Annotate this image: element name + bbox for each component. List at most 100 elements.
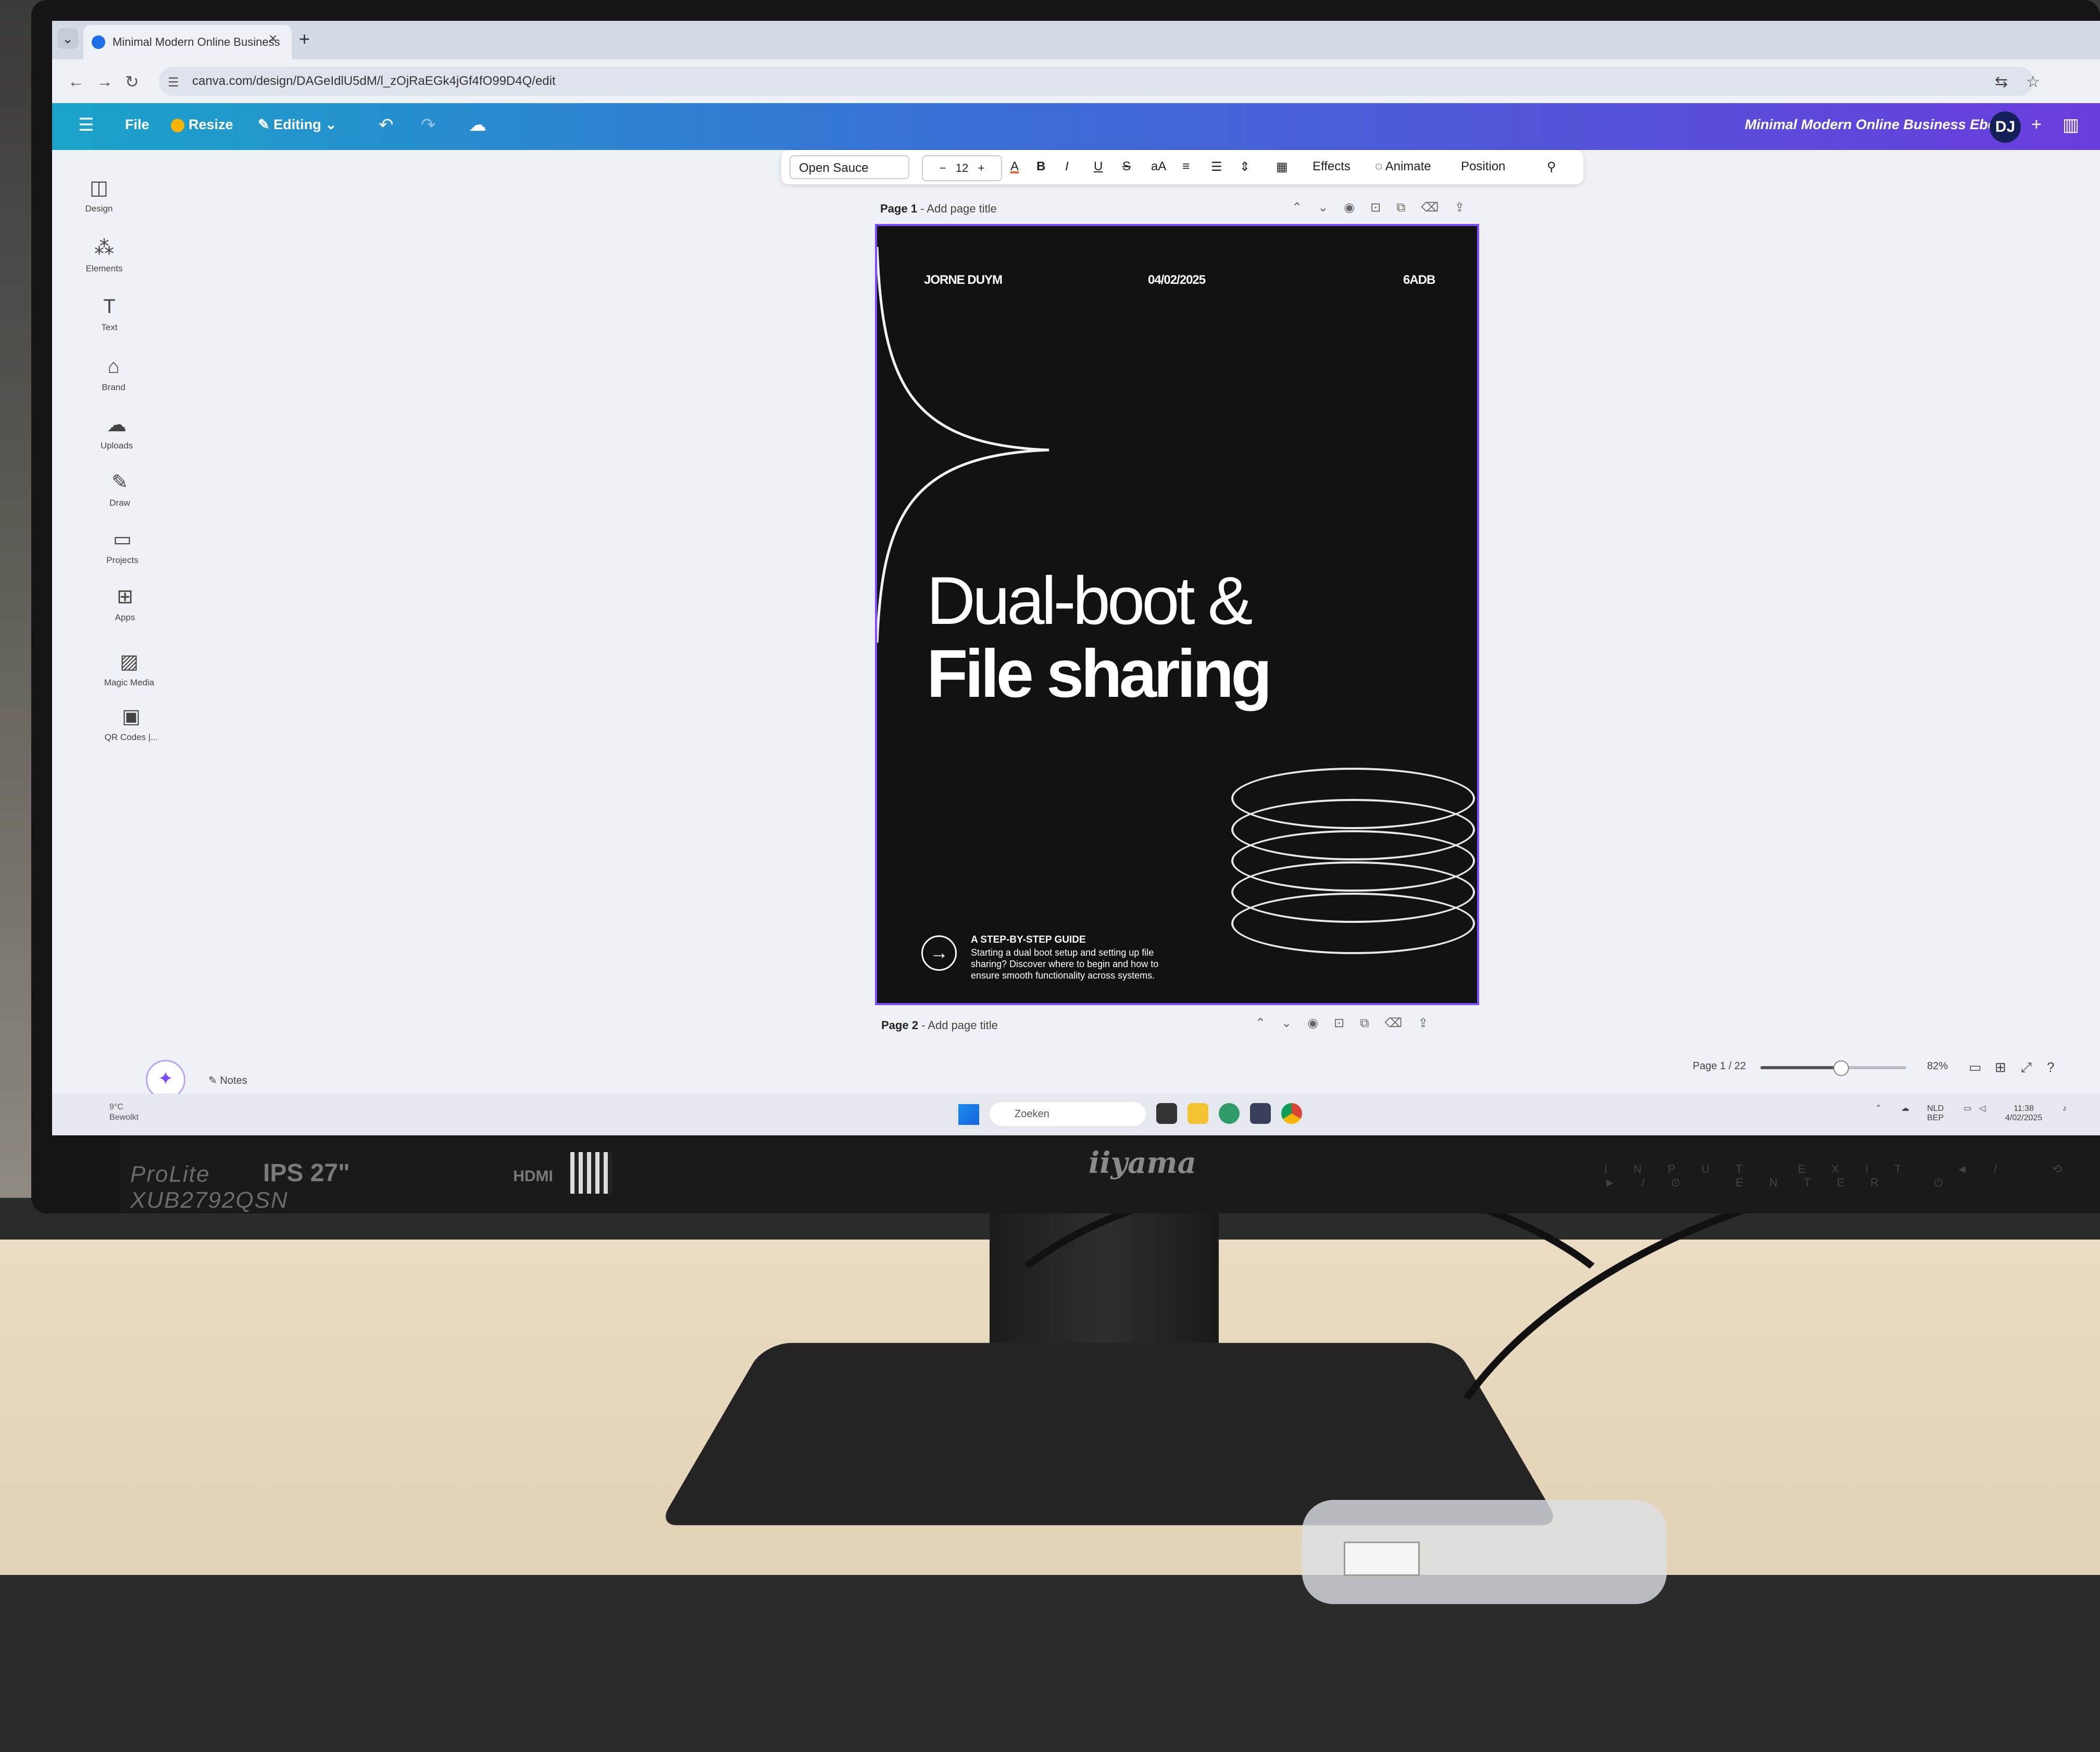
tray-chevron-icon[interactable]: ⌃	[1875, 1104, 1882, 1113]
grid-view-icon[interactable]: ⊞	[1995, 1059, 2006, 1075]
elements-icon: ⁂	[94, 237, 114, 259]
qr-code-icon: ▣	[122, 706, 141, 728]
monitor-specs: IPS 27" HDMI	[263, 1159, 553, 1187]
arrow-right-icon: →	[921, 935, 957, 971]
brand-icon: ⌂	[107, 356, 120, 378]
resize-button[interactable]: Resize	[171, 117, 233, 133]
url-input[interactable]: canva.com/design/DAGeIdlU5dM/l_zOjRaEGk4…	[159, 67, 2034, 96]
new-tab-button[interactable]: +	[299, 28, 310, 50]
site-info-icon[interactable]: ☰	[168, 75, 179, 90]
sidebar-item-apps[interactable]: ⊞ Apps	[78, 585, 172, 623]
apps-icon: ⊞	[117, 586, 133, 608]
transparency-icon[interactable]: ▦	[1276, 159, 1288, 174]
align-icon[interactable]: ≡	[1182, 159, 1190, 174]
list-icon[interactable]: ☰	[1211, 159, 1222, 174]
canva-sidebar: ◫ Design ⁂ Elements T Text ⌂ Brand ☁ Uploads …	[52, 150, 172, 1135]
edge-browser-icon[interactable]	[1219, 1103, 1240, 1124]
avatar[interactable]: DJ	[1990, 111, 2021, 143]
zoom-slider-handle[interactable]	[1833, 1060, 1849, 1076]
weather-widget[interactable]: 9°C Bewolkt	[109, 1102, 139, 1123]
cover-code[interactable]: 6ADB	[1403, 273, 1435, 287]
browser-tab[interactable]: Minimal Modern Online Business	[83, 25, 292, 59]
store-icon[interactable]	[1250, 1103, 1271, 1124]
page-2-controls[interactable]: ⌃⌄◉⊡⧉⌫⇪	[1255, 1016, 1444, 1031]
draw-icon: ✎	[111, 471, 128, 493]
page-2-label[interactable]: Page 2 - Add page title	[881, 1019, 998, 1032]
cover-date[interactable]: 04/02/2025	[1148, 273, 1206, 287]
insights-icon[interactable]: ▥	[2062, 115, 2079, 135]
letter-case-button[interactable]: aA	[1151, 159, 1166, 174]
cover-title-line2[interactable]: File sharing	[927, 637, 1272, 709]
sidebar-item-projects[interactable]: ▭ Projects	[76, 528, 169, 566]
sidebar-item-text[interactable]: T Text	[63, 296, 156, 333]
translate-icon[interactable]: ⇆	[1995, 73, 2008, 91]
bold-button[interactable]: B	[1036, 159, 1045, 174]
sidebar-item-draw[interactable]: ✎ Draw	[73, 470, 167, 508]
spacing-icon[interactable]: ⇕	[1240, 159, 1250, 174]
file-menu[interactable]: File	[125, 117, 149, 133]
copy-style-icon[interactable]: ⚲	[1547, 159, 1556, 174]
add-collaborator-icon[interactable]: +	[2031, 115, 2042, 135]
fullscreen-icon[interactable]: ⤢	[2021, 1059, 2032, 1076]
sidebar-item-design[interactable]: ◫ Design	[52, 176, 146, 214]
underline-button[interactable]: U	[1094, 159, 1103, 174]
clock[interactable]: 11:38 4/02/2025	[2005, 1104, 2042, 1123]
screen: ⌄ Minimal Modern Online Business × + ← →…	[52, 21, 2100, 1135]
editing-mode-dropdown[interactable]: ✎ Editing ⌄	[258, 117, 337, 133]
barcode-label	[1344, 1542, 1420, 1576]
sidebar-item-uploads[interactable]: ☁ Uploads	[70, 413, 164, 451]
browser-tabbar	[52, 21, 2100, 59]
sidebar-item-brand[interactable]: ⌂ Brand	[67, 356, 160, 393]
file-explorer-icon[interactable]	[1188, 1103, 1208, 1124]
network-icon[interactable]: ▭	[1964, 1104, 1971, 1113]
text-color-button[interactable]: A	[1010, 159, 1019, 174]
animate-button[interactable]: ◌ Animate	[1375, 159, 1431, 174]
strikethrough-button[interactable]: S	[1122, 159, 1131, 174]
chrome-browser-icon[interactable]	[1281, 1103, 1302, 1124]
taskbar-search-input[interactable]: Zoeken	[990, 1102, 1146, 1126]
pages-view-icon[interactable]: ▭	[1969, 1059, 1982, 1075]
document-title[interactable]: Minimal Modern Online Business Ebook	[1745, 117, 2013, 133]
sidebar-item-elements[interactable]: ⁂ Elements	[57, 236, 151, 274]
notification-bell-icon[interactable]: ♪	[2062, 1104, 2067, 1113]
crown-icon	[171, 118, 184, 132]
cover-ring	[1231, 893, 1475, 954]
font-size-stepper[interactable]: − 12 +	[922, 155, 1002, 181]
reload-icon[interactable]: ↻	[125, 72, 139, 92]
sidebar-item-magic-media[interactable]: ▨ Magic Media	[82, 650, 176, 688]
bookmark-star-icon[interactable]: ☆	[2026, 73, 2040, 91]
page-1-controls[interactable]: ⌃⌄◉⊡⧉⌫⇪	[1292, 200, 1480, 215]
cover-description[interactable]: Starting a dual boot setup and setting u…	[971, 947, 1190, 981]
windows-start-icon[interactable]	[958, 1104, 979, 1125]
sidebar-item-qr-codes[interactable]: ▣ QR Codes |...	[84, 705, 178, 743]
back-icon[interactable]: ←	[68, 72, 84, 91]
volume-icon[interactable]: ◁	[1979, 1104, 1985, 1113]
cloud-save-icon[interactable]: ☁	[469, 115, 486, 135]
monitor-buttons[interactable]: INPUT EXIT ◄/ ⟲ ►/⊙ ENTER ⏻	[1604, 1162, 2100, 1190]
redo-icon[interactable]: ↷	[421, 115, 436, 135]
effects-button[interactable]: Effects	[1312, 159, 1351, 174]
canva-favicon-icon	[92, 35, 105, 49]
zoom-level[interactable]: 82%	[1927, 1060, 1948, 1072]
onedrive-icon[interactable]: ☁	[1901, 1104, 1909, 1113]
font-selector[interactable]: Open Sauce	[790, 155, 909, 179]
cover-title-line1[interactable]: Dual-boot &	[927, 565, 1253, 636]
ebook-cover-page[interactable]: JORNE DUYM 04/02/2025 6ADB Dual-boot & F…	[875, 224, 1479, 1005]
language-indicator[interactable]: NLD BEP	[1927, 1104, 1944, 1123]
text-icon: T	[103, 296, 116, 318]
notes-button[interactable]: ✎ Notes	[208, 1074, 247, 1087]
italic-button[interactable]: I	[1065, 159, 1069, 174]
zoom-slider-fill	[1760, 1066, 1841, 1069]
page-1-label[interactable]: Page 1 - Add page title	[880, 202, 997, 216]
task-view-icon[interactable]	[1156, 1103, 1177, 1124]
forward-icon[interactable]: →	[96, 72, 113, 91]
hamburger-menu-icon[interactable]: ☰	[78, 115, 94, 135]
help-icon[interactable]: ?	[2047, 1059, 2054, 1075]
uploads-icon: ☁	[107, 414, 127, 436]
undo-icon[interactable]: ↶	[379, 115, 394, 135]
position-button[interactable]: Position	[1461, 159, 1505, 174]
close-icon[interactable]: ×	[269, 30, 277, 47]
page-indicator[interactable]: Page 1 / 22	[1693, 1060, 1746, 1072]
cover-subtitle[interactable]: A STEP-BY-STEP GUIDE	[971, 934, 1086, 946]
tab-search-button[interactable]: ⌄	[57, 28, 78, 49]
